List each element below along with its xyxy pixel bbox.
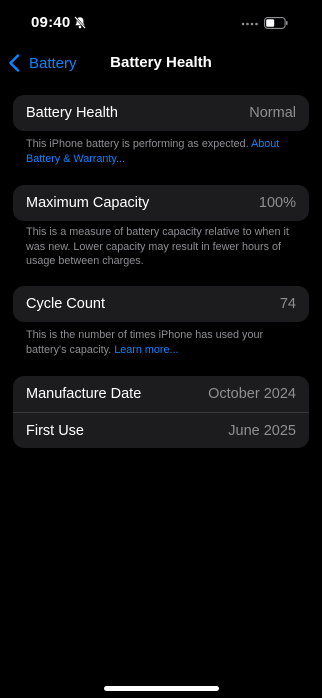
maximum-capacity-footer: This is a measure of battery capacity re… [26,226,289,267]
cycle-count-row: Cycle Count 74 [13,286,309,322]
maximum-capacity-row: Maximum Capacity 100% [13,185,309,221]
bell-slash-icon [74,16,86,29]
battery-health-group: Battery Health Normal [13,95,309,131]
status-time: 09:40 [31,14,71,31]
battery-health-value: Normal [249,105,296,121]
maximum-capacity-group: Maximum Capacity 100% [13,185,309,221]
navigation-bar: Battery Battery Health [0,46,322,80]
battery-health-label: Battery Health [26,105,118,121]
manufacture-date-value: October 2024 [208,386,296,402]
manufacture-date-label: Manufacture Date [26,386,142,402]
first-use-row: First Use June 2025 [13,412,309,448]
first-use-value: June 2025 [228,422,296,439]
manufacture-date-row: Manufacture Date October 2024 [13,376,309,412]
cycle-count-value: 74 [279,296,296,312]
maximum-capacity-label: Maximum Capacity [26,195,150,211]
learn-more-link[interactable]: Learn more... [114,344,178,356]
first-use-label: First Use [26,422,84,439]
home-indicator[interactable] [104,686,219,691]
battery-health-footer: This iPhone battery is performing as exp… [26,137,298,166]
battery-health-row: Battery Health Normal [13,95,309,131]
status-bar: 09:40 [0,0,322,46]
signal-icon [241,22,258,26]
cycle-count-label: Cycle Count [26,296,105,312]
page-title: Battery Health [110,54,212,71]
battery-icon [264,17,288,29]
cycle-count-group: Cycle Count 74 [13,286,309,322]
battery-health-description: This iPhone battery is performing as exp… [26,138,249,150]
cycle-count-footer: This is the number of times iPhone has u… [26,328,298,357]
maximum-capacity-value: 100% [258,195,296,211]
dates-group: Manufacture Date October 2024 First Use … [13,376,309,448]
